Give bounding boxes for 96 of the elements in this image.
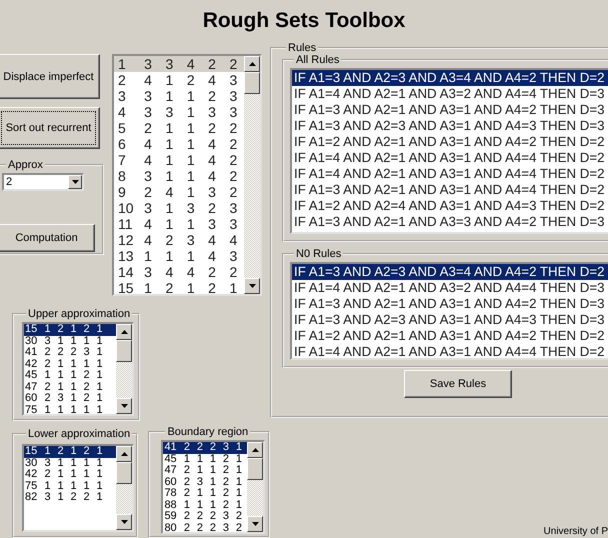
list-box[interactable]: 15 1 2 1 2 1 30 3 1 1 1 1 41 2 2 2 3 1 42 2 1 1 1 1 45 1 1 1 2 1 47 2 1 1 2 1 60 2 3 1 2 1 75 1 1 1 1 1	[22, 322, 134, 416]
rule-row[interactable]: IF A1=3 AND A2=3 AND A3=1 AND A4=3 THEN D=3	[292, 118, 608, 134]
list-row[interactable]: 78 2 1 1 2 1	[163, 488, 248, 500]
rule-row[interactable]: IF A1=3 AND A2=3 AND A3=1 AND A4=3 THEN D=3	[292, 312, 608, 328]
window-title: Rough Sets Toolbox	[202, 9, 406, 33]
list-row[interactable]: 1 3 3 4 2 2	[114, 56, 244, 72]
list-box[interactable]: 15 1 2 1 2 1 30 3 1 1 1 1 42 2 1 1 1 1 75 1 1 1 1 1 82 3 1 2 2 1	[22, 444, 134, 532]
computation-button[interactable]: Computation	[0, 224, 95, 252]
list-box[interactable]	[290, 262, 608, 360]
rule-row[interactable]: IF A1=4 AND A2=1 AND A3=1 AND A4=4 THEN D=2	[292, 150, 608, 166]
scroll-thumb[interactable]	[244, 72, 260, 94]
list-row[interactable]: 12 4 2 3 4 4	[114, 232, 244, 248]
list-row[interactable]: 14 3 4 4 2 2	[114, 264, 244, 280]
list-row[interactable]: 59 2 2 2 3 2	[163, 511, 248, 522]
list-row[interactable]: 75 1 1 1 1 1	[24, 404, 116, 414]
group-label: Lower approximation	[27, 428, 132, 440]
rule-row[interactable]: IF A1=2 AND A2=4 AND A3=1 AND A4=3 THEN D=2	[292, 198, 608, 214]
list-row[interactable]: 11 4 1 1 3 3	[114, 216, 244, 232]
rule-row[interactable]: IF A1=4 AND A2=1 AND A3=1 AND A4=4 THEN D=2	[292, 166, 608, 182]
group-label: Approx	[7, 159, 44, 171]
list-row[interactable]: 15 1 2 1 2 1	[114, 280, 244, 294]
list-row[interactable]: 41 2 2 2 3 1	[163, 442, 248, 454]
list-row[interactable]: 75 1 1 1 1 1	[24, 480, 116, 492]
scrollbar-track[interactable]	[116, 446, 132, 530]
rule-row[interactable]: IF A1=3 AND A2=3 AND A3=4 AND A4=2 THEN D=2	[292, 264, 608, 280]
up-triangle-icon	[120, 330, 128, 334]
list-row[interactable]: 42 2 1 1 1 1	[24, 358, 116, 370]
list-row[interactable]: 30 3 1 1 1 1	[24, 458, 116, 469]
list-row[interactable]: 9 2 4 1 3 2	[114, 184, 244, 200]
rule-row[interactable]: IF A1=2 AND A2=1 AND A3=1 AND A4=2 THEN D=2	[292, 328, 608, 344]
list-row[interactable]: 60 2 3 1 2 1	[24, 393, 116, 404]
list-row[interactable]: 4 3 3 1 3 3	[114, 104, 244, 120]
scroll-up-button[interactable]	[116, 446, 132, 462]
scroll-thumb[interactable]	[116, 340, 132, 362]
approx-dropdown[interactable]: 2	[2, 173, 84, 191]
rule-row[interactable]: IF A1=3 AND A2=1 AND A3=1 AND A4=2 THEN D=3	[292, 102, 608, 118]
list-row[interactable]: 45 1 1 1 2 1	[24, 370, 116, 382]
scroll-up-button[interactable]	[244, 56, 260, 72]
group-label: Rules	[287, 42, 318, 54]
rule-row[interactable]: IF A1=4 AND A2=1 AND A3=2 AND A4=4 THEN D=3	[292, 280, 608, 296]
scroll-down-button[interactable]	[116, 398, 132, 414]
rule-row[interactable]: IF A1=4 AND A2=1 AND A3=1 AND A4=4 THEN D=2	[292, 344, 608, 358]
list-row[interactable]: 42 2 1 1 1 1	[24, 469, 116, 480]
list-row[interactable]: 60 2 3 1 2 1	[163, 476, 248, 488]
rule-row[interactable]: IF A1=4 AND A2=1 AND A3=2 AND A4=4 THEN D=3	[292, 86, 608, 102]
list-row[interactable]: 3 3 1 1 2 3	[114, 88, 244, 104]
group-label: N0 Rules	[295, 248, 342, 260]
list-row[interactable]: 82 3 1 2 2 1	[24, 492, 116, 504]
list-row[interactable]: 47 2 1 1 2 1	[163, 465, 248, 476]
list-row[interactable]: 47 2 1 1 2 1	[24, 382, 116, 393]
list-row[interactable]: 7 4 1 1 4 2	[114, 152, 244, 168]
down-triangle-icon	[248, 284, 256, 288]
down-triangle-icon	[120, 404, 128, 408]
list-row[interactable]: 41 2 2 2 3 1	[24, 347, 116, 358]
save-rules-button[interactable]: Save Rules	[404, 370, 512, 398]
scrollbar-track[interactable]	[247, 442, 264, 532]
up-triangle-icon	[252, 448, 259, 452]
list-row[interactable]: 2 4 1 2 4 3	[114, 72, 244, 88]
rule-row[interactable]: IF A1=3 AND A2=1 AND A3=1 AND A4=2 THEN D=3	[292, 296, 608, 312]
up-triangle-icon	[248, 62, 256, 66]
list-row[interactable]: 45 1 1 1 2 1	[163, 454, 248, 465]
up-triangle-icon	[120, 452, 128, 456]
list-row[interactable]: 15 1 2 1 2 1	[24, 446, 116, 458]
action-button[interactable]: Displace imperfect	[0, 54, 100, 99]
list-row[interactable]: 13 1 1 1 4 3	[114, 248, 244, 264]
group-label: All Rules	[295, 54, 340, 66]
list-row[interactable]: 80 2 2 2 3 2	[163, 522, 248, 532]
group-label: Upper approximation	[27, 308, 132, 320]
list-row[interactable]: 6 4 1 1 4 2	[114, 136, 244, 152]
scroll-down-button[interactable]	[247, 516, 264, 532]
list-row[interactable]: 8 3 1 1 4 2	[114, 168, 244, 184]
rule-row[interactable]: IF A1=2 AND A2=1 AND A3=1 AND A4=2 THEN D=2	[292, 134, 608, 150]
rule-row[interactable]: IF A1=3 AND A2=1 AND A3=1 AND A4=4 THEN D=2	[292, 182, 608, 198]
rule-row[interactable]: IF A1=3 AND A2=3 AND A3=4 AND A4=2 THEN D=2	[292, 70, 608, 86]
group-label: Boundary region	[166, 426, 250, 438]
scroll-up-button[interactable]	[247, 442, 264, 458]
list-box[interactable]: 41 2 2 2 3 1 45 1 1 1 2 1 47 2 1 1 2 1 60 2 3 1 2 1 78 2 1 1 2 1 88 1 1 1 2 1 59 2 2 2 3 2 80 2 2 2 3 2	[161, 440, 266, 534]
caret-icon	[72, 180, 78, 184]
scroll-thumb[interactable]	[247, 458, 264, 480]
down-triangle-icon	[252, 522, 259, 526]
list-row[interactable]: 88 1 1 1 2 1	[163, 500, 248, 511]
list-row[interactable]: 15 1 2 1 2 1	[24, 324, 116, 336]
rule-row[interactable]: IF A1=3 AND A2=1 AND A3=3 AND A4=2 THEN D=3	[292, 214, 608, 230]
list-row[interactable]: 30 3 1 1 1 1	[24, 336, 116, 347]
list-row[interactable]: 5 2 1 1 2 2	[114, 120, 244, 136]
scroll-thumb[interactable]	[116, 462, 132, 484]
scroll-down-button[interactable]	[244, 278, 260, 294]
footer-text: University of P	[544, 526, 608, 538]
scrollbar-track[interactable]	[244, 56, 260, 294]
list-box[interactable]: 1 3 3 4 2 2 2 4 1 2 4 3 3 3 1 1 2 3 4 3 3 1 3 3 5 2 1 1 2 2 6 4 1 1 4 2 7 4 1 1 4 2 8 3 1 1 4 2 9 2 4 1 3 2 10 3 1 3 2 3 11 4 1 1 3 3 12 4 2 3 4 4 13 1 1 1 4 3 14 3 4 4 2 2 15 1 2 1 2 1	[112, 54, 262, 296]
down-triangle-icon	[120, 520, 128, 524]
scroll-up-button[interactable]	[116, 324, 132, 340]
list-row[interactable]: 10 3 1 3 2 3	[114, 200, 244, 216]
scroll-down-button[interactable]	[116, 514, 132, 530]
action-button[interactable]: Sort out recurrent	[0, 107, 100, 149]
scrollbar-track[interactable]	[116, 324, 132, 414]
